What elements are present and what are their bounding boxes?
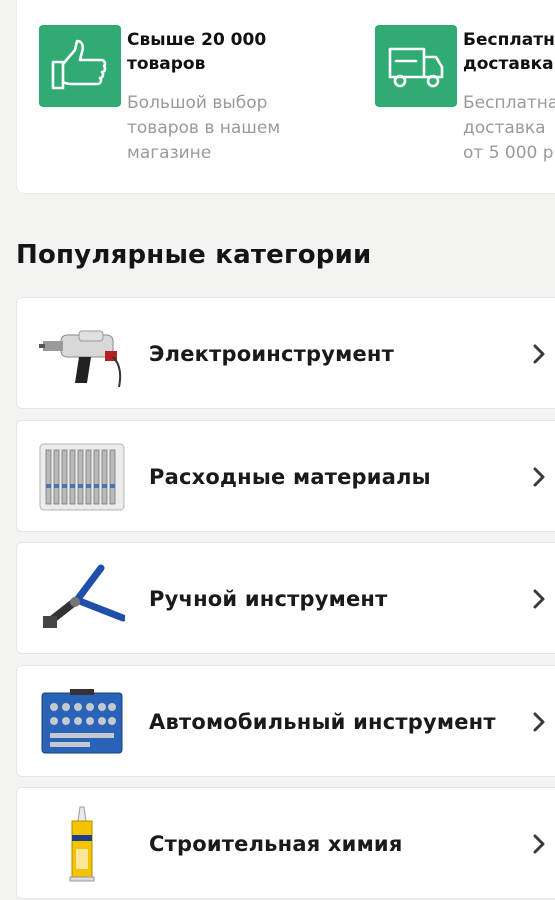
chevron-right-icon (533, 467, 545, 487)
category-label: Автомобильный инструмент (149, 710, 496, 734)
chevron-right-icon (533, 712, 545, 732)
category-item-consumables[interactable]: Расходные материалы (16, 420, 555, 532)
feature-title: Свыше 20 000 товаров (127, 30, 267, 74)
category-label: Электроинструмент (149, 342, 394, 366)
section-title: Популярные категории (16, 240, 372, 270)
category-item-hand-tools[interactable]: Ручной инструмент (16, 542, 555, 654)
sealant-tube-image (37, 804, 127, 884)
features-card: Свыше 20 000 товаров Большой выбор товар… (16, 0, 555, 194)
chevron-right-icon (533, 589, 545, 609)
category-label: Расходные материалы (149, 465, 431, 489)
crimping-pliers-image (37, 559, 127, 639)
feature-title: Бесплатная доставка (463, 30, 555, 74)
rotary-hammer-drill-image (37, 314, 127, 394)
delivery-truck-icon (375, 25, 457, 107)
thumbs-up-icon (39, 25, 121, 107)
feature-description: Большой выбор товаров в нашем магазине (127, 93, 281, 163)
category-label: Строительная химия (149, 832, 403, 856)
chevron-right-icon (533, 344, 545, 364)
chevron-right-icon (533, 834, 545, 854)
category-label: Ручной инструмент (149, 587, 388, 611)
screwdriver-bits-set-image (37, 437, 127, 517)
feature-description: Бесплатная доставка от 5 000 р (463, 93, 555, 163)
category-item-power-tools[interactable]: Электроинструмент (16, 297, 555, 409)
socket-wrench-set-image (37, 682, 127, 762)
category-item-construction-chemicals[interactable]: Строительная химия (16, 787, 555, 899)
category-item-automotive-tools[interactable]: Автомобильный инструмент (16, 665, 555, 777)
